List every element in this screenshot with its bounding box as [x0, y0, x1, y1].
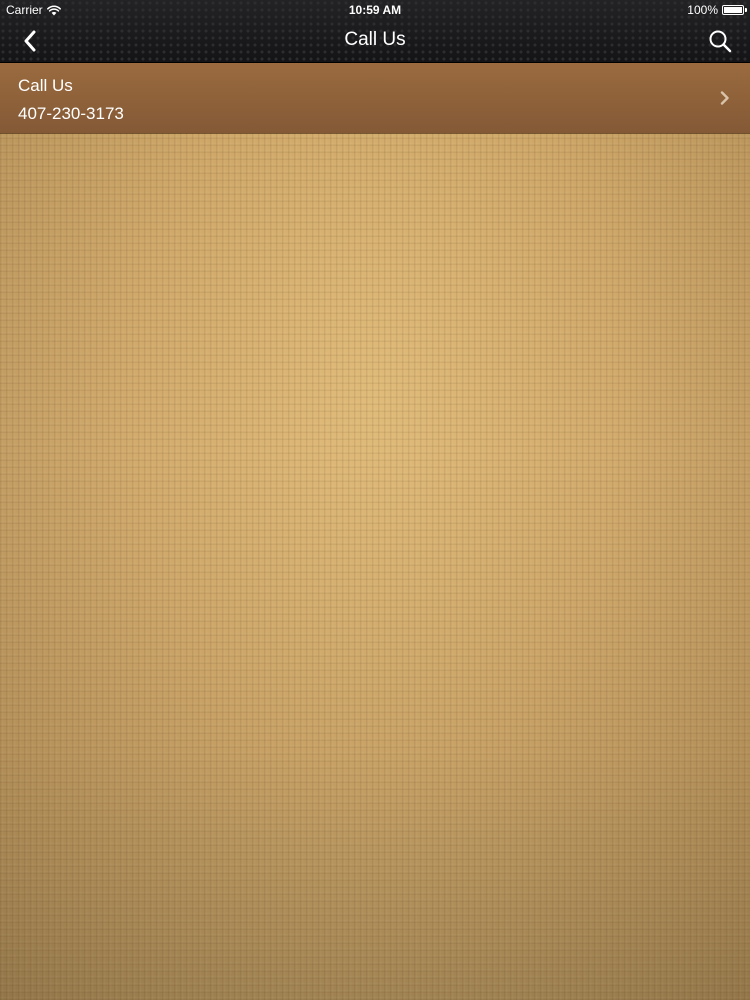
battery-percent: 100%: [687, 3, 718, 17]
search-icon: [709, 30, 732, 53]
battery-icon: [722, 5, 747, 15]
battery-fill: [724, 7, 742, 13]
status-battery: 100%: [687, 3, 747, 17]
nav-bar: Call Us: [0, 20, 750, 62]
screen: Carrier 10:59 AM 100% Call Us Call Us 40…: [0, 0, 750, 1000]
list-item-call-us[interactable]: Call Us 407-230-3173: [0, 63, 750, 133]
chevron-right-icon: [720, 91, 729, 105]
phone-number: 407-230-3173: [18, 104, 124, 123]
page-title: Call Us: [344, 29, 406, 50]
list-item-title: Call Us: [18, 76, 73, 95]
search-button[interactable]: [704, 25, 736, 57]
top-bar: Carrier 10:59 AM 100% Call Us: [0, 0, 750, 63]
status-time: 10:59 AM: [348, 3, 402, 17]
status-bar: Carrier 10:59 AM 100%: [0, 0, 750, 20]
